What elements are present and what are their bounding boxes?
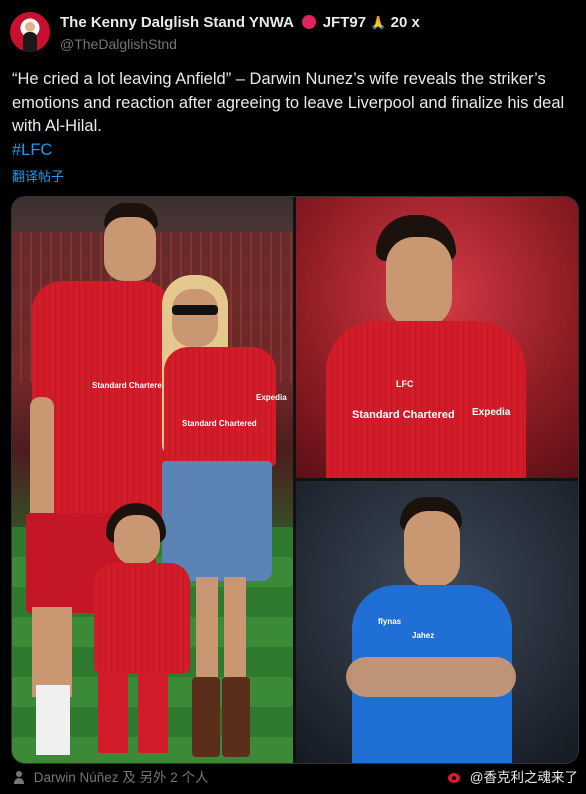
photo-liverpool-portrait[interactable]: LFC Standard Chartered Expedia: [296, 197, 578, 478]
child-sock-right: [138, 673, 168, 753]
tweet-text: “He cried a lot leaving Anfield” – Darwi…: [12, 70, 565, 135]
woman-leg-right: [224, 577, 246, 687]
woman-leg-left: [196, 577, 218, 687]
avatar-body: [23, 32, 37, 52]
author-avatar[interactable]: [10, 12, 50, 52]
watermark-text: @香克利之魂来了: [469, 770, 578, 785]
weibo-watermark: @香克利之魂来了: [448, 766, 578, 786]
sponsor-text-woman-sleeve: Expedia: [256, 393, 287, 402]
author-name-row[interactable]: The Kenny Dalglish Stand YNWA JFT97 🙏 20…: [60, 14, 420, 31]
author-name-count: 20 x: [390, 14, 420, 31]
crossed-arms: [346, 657, 516, 697]
sponsor-text-sleeve: Expedia: [472, 407, 511, 418]
woman-boot-right: [222, 677, 250, 757]
woman-face: [172, 289, 218, 347]
sponsor-text-lfc: Standard Chartered: [352, 409, 455, 421]
photo-alhilal-portrait[interactable]: flynas Jahez: [296, 481, 578, 763]
author-name-suffix: JFT97: [322, 14, 367, 31]
post-footer: Darwin Núñez 及 另外 2 个人 @香克利之魂来了: [14, 766, 578, 788]
sunglasses-icon: [172, 305, 218, 315]
lfc-crest-text: LFC: [396, 379, 414, 389]
sponsor-text-man: Standard Chartered: [92, 381, 167, 390]
praying-hands-icon: 🙏: [370, 15, 387, 30]
hashtag-link[interactable]: #LFC: [12, 141, 52, 160]
player-shirt: [326, 321, 526, 478]
woman-skirt: [162, 461, 272, 581]
woman-boot-left: [192, 677, 220, 757]
person-icon: [14, 771, 24, 784]
man-leg: [32, 607, 72, 697]
man-face: [104, 217, 156, 281]
avatar-head: [25, 22, 35, 32]
sponsor-text-woman: Standard Chartered: [182, 419, 257, 428]
man-sock: [36, 685, 70, 755]
author-display-name[interactable]: The Kenny Dalglish Stand YNWA: [60, 14, 293, 31]
photo-family-anfield[interactable]: Standard Chartered Standard Chartered Ex…: [12, 197, 293, 763]
woman-shirt: [164, 347, 276, 467]
player-face-alhilal: [404, 511, 460, 587]
red-circle-icon: [301, 15, 316, 29]
sponsor-text-flynas: flynas: [378, 617, 402, 626]
child-shirt: [94, 563, 190, 673]
weibo-icon: [448, 771, 464, 784]
player-face: [386, 237, 452, 327]
child-sock-left: [98, 673, 128, 753]
sponsor-text-jahez: Jahez: [412, 631, 435, 640]
media-grid: Standard Chartered Standard Chartered Ex…: [11, 196, 579, 764]
translate-post-link[interactable]: 翻译帖子: [12, 166, 64, 185]
tweet-header: The Kenny Dalglish Stand YNWA JFT97 🙏 20…: [10, 12, 576, 56]
author-handle[interactable]: @TheDalglishStnd: [60, 36, 177, 52]
child-face: [114, 515, 160, 565]
tagged-people-link[interactable]: Darwin Núñez 及 另外 2 个人: [34, 770, 209, 785]
